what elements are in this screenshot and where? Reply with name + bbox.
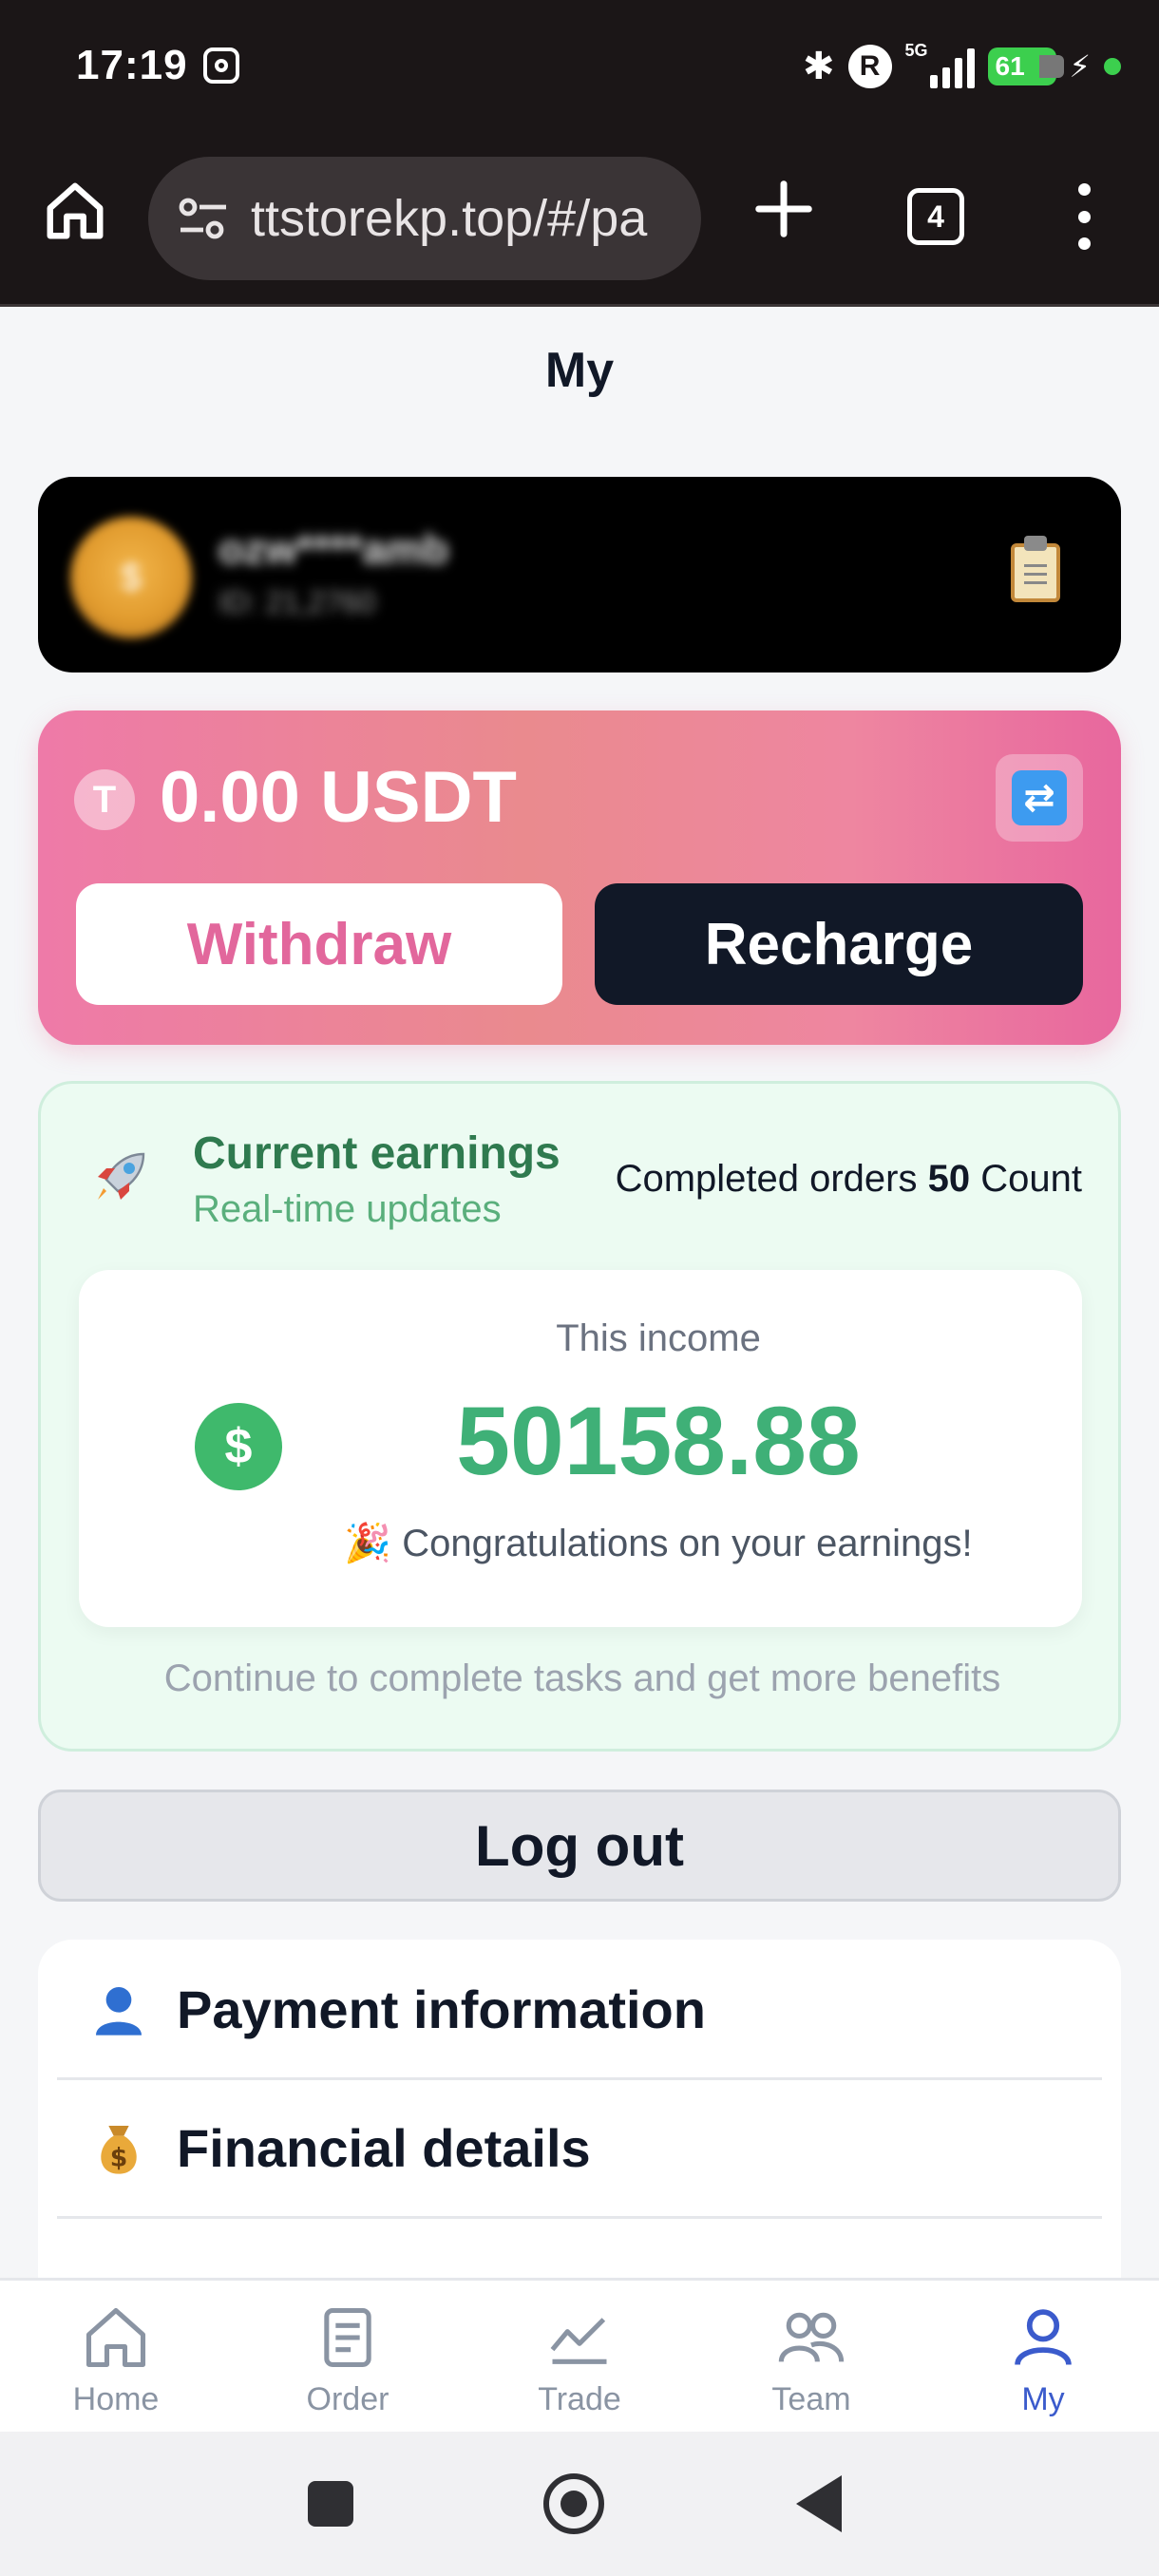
privacy-dot-icon: [1104, 58, 1121, 75]
menu-item-financial-details[interactable]: $ Financial details: [57, 2080, 1102, 2219]
menu-item-label: Payment information: [177, 1979, 706, 2039]
site-settings-icon[interactable]: [177, 195, 230, 242]
rocket-icon: [98, 1152, 145, 1200]
user-id: ID: 21,2760: [218, 585, 376, 619]
nav-label: My: [1021, 2381, 1065, 2417]
menu-item-payment-information[interactable]: Payment information: [57, 1941, 1102, 2080]
nav-label: Trade: [538, 2381, 621, 2417]
nav-label: Team: [771, 2381, 851, 2417]
congrats-message: 🎉 Congratulations on your earnings!: [344, 1523, 973, 1564]
withdraw-button[interactable]: Withdraw: [76, 883, 562, 1005]
charging-icon: ⚡: [1069, 49, 1091, 84]
earnings-title: Current earnings: [193, 1128, 560, 1179]
nav-label: Order: [306, 2381, 390, 2417]
earnings-subtitle: Real-time updates: [193, 1188, 502, 1230]
earnings-footer: Continue to complete tasks and get more …: [163, 1657, 1001, 1699]
income-box: $ This income 50158.88 🎉 Congratulations…: [79, 1270, 1082, 1627]
status-bar: 17:19 ✱ R 5G 61 ⚡: [0, 0, 1159, 138]
recharge-button[interactable]: Recharge: [595, 883, 1083, 1005]
browser-menu-icon[interactable]: [1070, 183, 1098, 250]
user-name: ozw****amb: [218, 526, 449, 573]
earnings-card: Current earnings Real-time updates Compl…: [38, 1081, 1121, 1752]
completed-orders-label: Completed orders: [615, 1158, 918, 1200]
recent-apps-icon[interactable]: [308, 2481, 353, 2527]
nav-team[interactable]: Team: [695, 2281, 927, 2432]
bottom-navigation: Home Order Trade Team My: [0, 2278, 1159, 2432]
menu-item-label: Financial details: [177, 2118, 591, 2178]
completed-orders: Completed orders 50 Count: [616, 1158, 1082, 1201]
refresh-icon: ⇄: [1012, 770, 1067, 825]
system-navigation-bar: [0, 2432, 1159, 2576]
income-value: 50158.88: [456, 1387, 861, 1495]
completed-orders-unit: Count: [980, 1158, 1082, 1200]
system-home-icon[interactable]: [543, 2473, 604, 2534]
trade-icon: [550, 2318, 607, 2364]
money-bag-icon: $: [86, 2115, 152, 2182]
balance-card: T 0.00 USDT ⇄ Withdraw Recharge: [38, 710, 1121, 1045]
dollar-icon: $: [195, 1403, 282, 1490]
status-time: 17:19: [76, 42, 188, 88]
status-icons: ✱ R 5G 61 ⚡: [803, 38, 1121, 95]
person-icon: [86, 1977, 152, 2043]
completed-orders-count: 50: [927, 1158, 971, 1200]
logout-button[interactable]: Log out: [38, 1790, 1121, 1902]
registered-icon: R: [847, 45, 892, 88]
instagram-notification-icon: [203, 47, 239, 84]
url-text: ttstorekp.top/#/pa: [251, 190, 648, 247]
clipboard-icon[interactable]: [1011, 536, 1060, 602]
new-tab-icon[interactable]: [750, 176, 817, 242]
balance-amount: 0.00 USDT: [160, 757, 517, 838]
refresh-button[interactable]: ⇄: [996, 754, 1083, 842]
nav-label: Home: [72, 2381, 160, 2417]
page-title: My: [544, 343, 615, 398]
nav-home[interactable]: Home: [0, 2281, 232, 2432]
tab-switcher-button[interactable]: 4: [907, 188, 964, 245]
nav-order[interactable]: Order: [232, 2281, 464, 2432]
signal-icon: 5G: [905, 41, 975, 88]
battery-level: 61: [995, 51, 1025, 81]
user-icon: [1015, 2309, 1072, 2366]
nav-trade[interactable]: Trade: [464, 2281, 695, 2432]
browser-toolbar: ttstorekp.top/#/pa 4: [0, 138, 1159, 307]
back-icon[interactable]: [796, 2475, 842, 2532]
income-label: This income: [556, 1317, 761, 1359]
home-icon: [86, 2307, 146, 2368]
network-type: 5G: [904, 41, 928, 60]
address-bar[interactable]: ttstorekp.top/#/pa: [148, 157, 701, 280]
team-icon: [778, 2312, 845, 2362]
nav-my[interactable]: My: [927, 2281, 1159, 2432]
menu-list: Payment information $ Financial details: [38, 1940, 1121, 2282]
svg-text:$: $: [110, 2143, 128, 2172]
bluetooth-icon: ✱: [803, 46, 835, 87]
avatar: $: [70, 517, 192, 638]
user-card: $ ozw****amb ID: 21,2760: [38, 477, 1121, 672]
browser-home-icon[interactable]: [42, 178, 108, 244]
usdt-icon: T: [74, 769, 135, 830]
order-icon: [324, 2307, 371, 2368]
battery-icon: 61: [987, 47, 1064, 85]
